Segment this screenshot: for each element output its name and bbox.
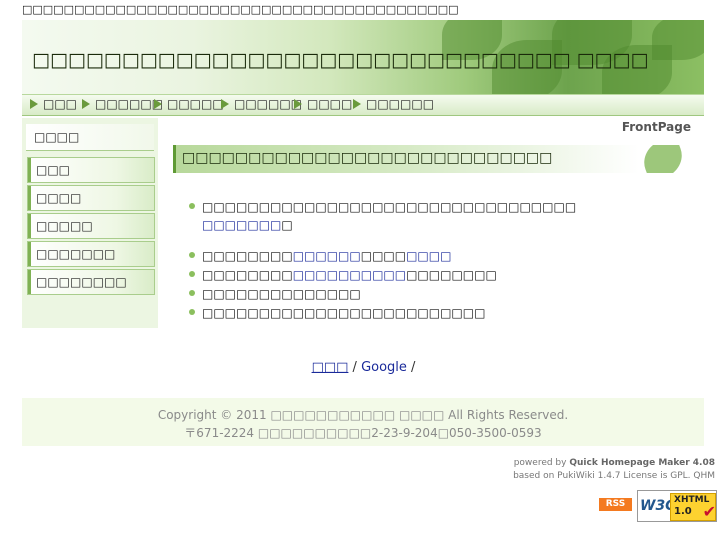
list-item-text: □□□□□□□□□□□□□□□□□□□□□□□□□ [202,306,486,320]
nav-item-4[interactable]: □□□□□□ [221,97,302,111]
list-item: □□□□□□□□□□□□□□□□□□□□□□□□□□□□□□□□□ □□□□□□… [186,198,576,234]
sidebar-heading-label: □□□□ [34,130,80,144]
page-name: FrontPage [621,120,691,134]
nav-label: □□□□□□ [95,97,164,111]
footer-link-google[interactable]: Google [361,360,407,375]
sidebar-item-3[interactable]: □□□□□ [27,213,155,239]
arrow-icon [154,99,162,109]
list-item-text: □ [281,218,293,232]
site-header: □□□□□□□□□□□□□□□□□□□□□□□□□□□□□□ □□□□ [22,20,704,94]
arrow-icon [294,99,302,109]
address: 〒671-2224 □□□□□□□□□□2-23-9-204□050-3500-… [184,426,542,440]
content-heading: □□□□□□□□□□□□□□□□□□□□□□□□□□□□ [173,145,691,173]
xhtml-version: 1.0 [674,506,692,517]
sidebar-item-1[interactable]: □□□ [27,157,155,183]
separator: / [348,360,362,375]
w3c-xhtml-badge[interactable]: W3C XHTML 1.0 ✔ [637,490,717,522]
list-item-text: □□□□□□□□ [202,249,293,263]
list-item-link[interactable]: □□□□□□ [293,249,361,263]
list-item: □□□□□□□□□□□□□□□□□□□□□□□□□ [186,304,576,323]
arrow-icon [30,99,38,109]
nav-item-2[interactable]: □□□□□□ [82,97,163,111]
list-item-text: □□□□□□□□□□□□□□□□□□□□□□□□□□□□□□□□□ [202,200,577,214]
list-item: □□□□□□□□□□□□□□ [186,285,576,304]
copyright: Copyright © 2011 □□□□□□□□□□□ □□□□ All Ri… [157,408,569,422]
list-item-link[interactable]: □□□□□□□□□□ [293,268,406,282]
list-item-text: □□□□ [360,249,407,263]
list-item-text: □□□□□□□□ [202,268,293,282]
check-icon: ✔ [702,502,716,521]
sidebar-item-label: □□□ [36,163,71,177]
sidebar-item-label: □□□□□□□□ [36,275,127,289]
separator: / [406,360,416,375]
list-item-link[interactable]: □□□□ [406,249,451,263]
leaf-icon [638,145,688,173]
nav-item-6[interactable]: □□□□□□ [353,97,434,111]
powered-text: powered by [513,458,570,468]
list-item-text: □□□□□□□□□□□□□□ [202,287,361,301]
nav-label: □□□□□□ [366,97,435,111]
nav-item-5[interactable]: □□□□ [294,97,352,111]
arrow-icon [82,99,90,109]
nav-label: □□□□□ [167,97,224,111]
rss-badge[interactable]: RSS [599,498,632,511]
sidebar-item-label: □□□□□ [36,219,93,233]
main-nav: □□□ □□□□□□ □□□□□ □□□□□□ □□□□ □□□□□□ [22,94,704,116]
sidebar-item-4[interactable]: □□□□□□□ [27,241,155,267]
top-tagline: □□□□□□□□□□□□□□□□□□□□□□□□□□□□□□□□□□□□□□□□… [22,3,459,16]
sidebar-item-label: □□□□□□□ [36,247,116,261]
arrow-icon [353,99,361,109]
sidebar-item-2[interactable]: □□□□ [27,185,155,211]
nav-item-3[interactable]: □□□□□ [154,97,224,111]
site-footer: Copyright © 2011 □□□□□□□□□□□ □□□□ All Ri… [22,398,704,446]
nav-label: □□□□ [307,97,353,111]
nav-label: □□□□□□ [234,97,303,111]
sidebar-heading: □□□□ [26,124,154,151]
powered-by: powered by Quick Homepage Maker 4.08 bas… [513,457,715,483]
content-heading-text: □□□□□□□□□□□□□□□□□□□□□□□□□□□□ [182,150,553,166]
site-title-link[interactable]: □□□□□□□□□□□□□□□□□□□□□□□□□□□□□□ □□□□ [32,49,648,71]
powered-text: based on PukiWiki 1.4.7 License is GPL. … [513,471,715,481]
list-item-text: □□□□□□□□ [406,268,497,282]
nav-item-1[interactable]: □□□ [30,97,77,111]
list-item-link[interactable]: □□□□□□□ [202,218,281,232]
content-list: □□□□□□□□□□□□□□□□□□□□□□□□□□□□□□□□□ □□□□□□… [186,198,576,323]
footer-links: □□□ / Google / [0,360,727,375]
footer-link-home[interactable]: □□□ [312,360,349,375]
sidebar-item-label: □□□□ [36,191,82,205]
sidebar-item-5[interactable]: □□□□□□□□ [27,269,155,295]
powered-link[interactable]: Quick Homepage Maker 4.08 [569,458,715,468]
arrow-icon [221,99,229,109]
list-item: □□□□□□□□□□□□□□□□□□□□□□□□□□ [186,266,576,285]
nav-label: □□□ [43,97,78,111]
list-item: □□□□□□□□□□□□□□□□□□□□□□ [186,247,576,266]
